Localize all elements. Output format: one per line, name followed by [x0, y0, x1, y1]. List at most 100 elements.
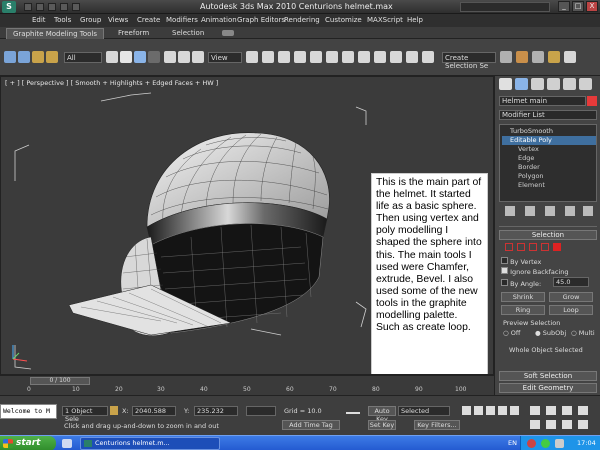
percent-snap-icon[interactable]: [326, 51, 338, 63]
reference-coordinate-select[interactable]: View: [208, 52, 242, 63]
pivot-center-icon[interactable]: [246, 51, 258, 63]
language-indicator[interactable]: EN: [508, 439, 517, 447]
modifier-list-dropdown[interactable]: Modifier List: [499, 110, 597, 120]
maxscript-listener[interactable]: Welcome to M: [0, 404, 57, 419]
configure-sets-icon[interactable]: [583, 206, 593, 216]
hierarchy-tab-icon[interactable]: [531, 78, 544, 90]
redo-icon[interactable]: [72, 3, 80, 11]
ring-button[interactable]: Ring: [501, 305, 545, 315]
soft-selection-rollout-header[interactable]: Soft Selection: [499, 371, 597, 381]
zoom-icon[interactable]: [530, 406, 540, 415]
menu-create[interactable]: Create: [137, 16, 160, 24]
key-mode-select[interactable]: Selected: [398, 406, 450, 416]
polygon-level-icon[interactable]: [541, 243, 549, 251]
align-icon[interactable]: [390, 51, 402, 63]
stack-item-editable-poly[interactable]: Editable Poly: [502, 136, 596, 145]
object-color-swatch[interactable]: [587, 96, 597, 106]
layer-manager-icon[interactable]: [406, 51, 418, 63]
select-move-icon[interactable]: [164, 51, 176, 63]
start-button[interactable]: start: [0, 436, 56, 450]
menu-graph-editors[interactable]: Graph Editors: [237, 16, 285, 24]
select-manipulate-icon[interactable]: [262, 51, 274, 63]
close-button[interactable]: X: [586, 1, 598, 12]
motion-tab-icon[interactable]: [547, 78, 560, 90]
menu-group[interactable]: Group: [80, 16, 101, 24]
ignore-backfacing-checkbox[interactable]: Ignore Backfacing: [501, 267, 569, 276]
perspective-viewport[interactable]: [ + ] [ Perspective ] [ Smooth + Highlig…: [0, 76, 494, 375]
render-production-icon[interactable]: [564, 51, 576, 63]
lock-selection-icon[interactable]: [110, 406, 118, 415]
maximize-button[interactable]: □: [572, 1, 584, 12]
quick-launch-icon[interactable]: [62, 439, 72, 448]
loop-button[interactable]: Loop: [549, 305, 593, 315]
stack-item-border[interactable]: Border: [502, 163, 596, 172]
show-end-result-icon[interactable]: [525, 206, 535, 216]
taskbar-window-button[interactable]: Centurions helmet.m...: [80, 437, 220, 450]
menu-tools[interactable]: Tools: [54, 16, 71, 24]
minimize-button[interactable]: _: [558, 1, 570, 12]
preview-off-radio[interactable]: ○ Off: [503, 329, 520, 337]
menu-animation[interactable]: Animation: [201, 16, 237, 24]
element-level-icon[interactable]: [553, 243, 561, 251]
pin-stack-icon[interactable]: [505, 206, 515, 216]
angle-snap-icon[interactable]: [310, 51, 322, 63]
open-file-icon[interactable]: [36, 3, 44, 11]
material-editor-icon[interactable]: [516, 51, 528, 63]
go-to-end-icon[interactable]: [510, 406, 519, 415]
border-level-icon[interactable]: [529, 243, 537, 251]
menu-rendering[interactable]: Rendering: [284, 16, 320, 24]
grow-button[interactable]: Grow: [549, 292, 593, 302]
remove-modifier-icon[interactable]: [565, 206, 575, 216]
tab-freeform[interactable]: Freeform: [112, 28, 155, 39]
render-setup-icon[interactable]: [532, 51, 544, 63]
link-icon[interactable]: [32, 51, 44, 63]
y-coordinate-field[interactable]: 235.232: [194, 406, 238, 416]
edit-geometry-rollout-header[interactable]: Edit Geometry: [499, 383, 597, 393]
pan-icon[interactable]: [546, 420, 556, 429]
add-time-tag-button[interactable]: Add Time Tag: [282, 420, 340, 430]
edit-named-selection-icon[interactable]: [358, 51, 370, 63]
angle-value-spinner[interactable]: 45.0: [553, 277, 589, 287]
select-object-icon[interactable]: [106, 51, 118, 63]
snap-toggle-icon[interactable]: [294, 51, 306, 63]
modify-tab-icon[interactable]: [515, 78, 528, 90]
keyboard-shortcut-icon[interactable]: [278, 51, 290, 63]
spinner-snap-icon[interactable]: [342, 51, 354, 63]
preview-multi-radio[interactable]: ○ Multi: [571, 329, 595, 337]
selection-rollout-header[interactable]: Selection: [499, 230, 597, 240]
mirror-icon[interactable]: [374, 51, 386, 63]
play-icon[interactable]: [486, 406, 495, 415]
search-field[interactable]: [460, 2, 550, 12]
graphite-toggle-icon[interactable]: [422, 51, 434, 63]
utilities-tab-icon[interactable]: [579, 78, 592, 90]
field-of-view-icon[interactable]: [530, 420, 540, 429]
undo-icon[interactable]: [60, 3, 68, 11]
tab-graphite-modeling-tools[interactable]: Graphite Modeling Tools: [6, 28, 105, 39]
maximize-viewport-icon[interactable]: [578, 420, 588, 429]
unlink-icon[interactable]: [46, 51, 58, 63]
tray-icon-1[interactable]: [527, 439, 536, 448]
key-icon[interactable]: [346, 407, 360, 414]
zoom-extents-all-icon[interactable]: [578, 406, 588, 415]
clock[interactable]: 17:04: [577, 439, 596, 447]
stack-item-element[interactable]: Element: [502, 181, 596, 190]
x-coordinate-field[interactable]: 2040.588: [132, 406, 176, 416]
select-rotate-icon[interactable]: [178, 51, 190, 63]
menu-maxscript[interactable]: MAXScript: [367, 16, 403, 24]
next-frame-icon[interactable]: [498, 406, 507, 415]
z-coordinate-field[interactable]: [246, 406, 276, 416]
tab-selection[interactable]: Selection: [166, 28, 210, 39]
stack-item-edge[interactable]: Edge: [502, 154, 596, 163]
new-file-icon[interactable]: [24, 3, 32, 11]
rectangular-selection-icon[interactable]: [134, 51, 146, 63]
select-scale-icon[interactable]: [192, 51, 204, 63]
stack-item-vertex[interactable]: Vertex: [502, 145, 596, 154]
ribbon-toggle-icon[interactable]: [222, 30, 234, 36]
menu-views[interactable]: Views: [108, 16, 128, 24]
3ds-max-logo-icon[interactable]: S: [2, 1, 16, 13]
tray-icon-3[interactable]: [555, 439, 564, 448]
shrink-button[interactable]: Shrink: [501, 292, 545, 302]
window-crossing-icon[interactable]: [148, 51, 160, 63]
make-unique-icon[interactable]: [545, 206, 555, 216]
preview-subobj-radio[interactable]: ● SubObj: [535, 329, 566, 337]
